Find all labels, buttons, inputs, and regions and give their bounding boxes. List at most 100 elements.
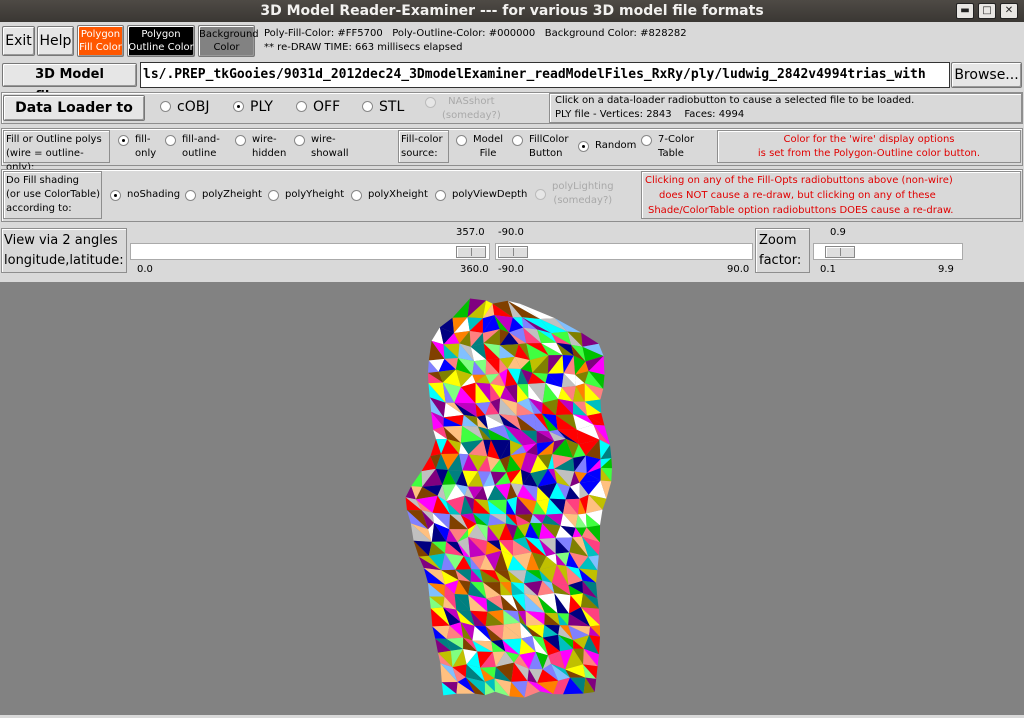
redraw-note: Clicking on any of the Fill-Opts radiobu… [641,171,1021,219]
opt-label: polyXheight [368,189,428,200]
radio-indicator [578,141,589,152]
exit-button[interactable]: Exit [2,26,35,56]
someday-label: (someday?) [442,110,501,121]
close-icon[interactable]: ✕ [1000,3,1018,19]
view-angles-label: View via 2 angles longitude,latitude: [1,228,127,273]
shading-viewdepth-radio[interactable]: polyViewDepth [435,188,527,202]
bg-color-label-1: Background [199,29,259,40]
opt-label: Model [473,134,504,145]
fill-outline-label: Fill or Outline polys (wire = outline-on… [3,130,110,173]
source-7color-table-radio[interactable]: 7-Color Table [641,133,694,161]
filename-label-button[interactable]: 3D Model filename: [2,63,137,104]
opt-label: fill- [135,134,151,145]
maximize-icon[interactable]: □ [978,3,996,19]
opt-label: File [479,148,497,159]
filename-field[interactable]: ls/.PREP_tkGooies/9031d_2012dec24_3Dmode… [140,62,950,88]
polygon-outline-color-button[interactable]: Polygon Outline Color [127,25,195,57]
loader-option-label: STL [379,99,405,115]
redraw-time-text: ** re-DRAW TIME: 663 millisecs elapsed [264,42,463,53]
fill-color-source-label: Fill-color source: [398,130,449,163]
zoom-label-2: factor: [759,253,802,268]
longitude-value: 357.0 [456,227,485,238]
longitude-slider[interactable] [130,243,490,260]
shading-zheight-radio[interactable]: polyZheight [185,188,262,202]
opt-label: polyYheight [285,189,345,200]
help-button[interactable]: Help [37,26,74,56]
polygon-fill-color-button[interactable]: Polygon Fill Color [77,25,124,57]
render-canvas[interactable] [0,282,1024,715]
radio-indicator [641,135,652,146]
opt-label: wire- [311,134,336,145]
shading-xheight-radio[interactable]: polyXheight [351,188,428,202]
loader-info-line-2: PLY file - Vertices: 2843 Faces: 4994 [555,109,745,120]
opt-label: 7-Color [658,134,695,145]
opt-label: outline [182,148,217,159]
longitude-slider-thumb[interactable] [456,246,487,258]
radio-indicator [294,135,305,146]
wire-showall-radio[interactable]: wire-showall [294,133,349,161]
opt-label: polyZheight [202,189,262,200]
window-titlebar[interactable]: 3D Model Reader-Examiner --- for various… [0,0,1024,22]
fill-outline-label-1: Fill or Outline polys [6,134,102,145]
source-model-file-radio[interactable]: Model File [456,133,503,161]
shading-lighting-radio: polyLighting (someday?) [535,180,614,208]
source-label-1: Fill-color [401,134,443,145]
loader-radio-nasshort: NASshort (someday?) [425,95,501,123]
color-info-text: Poly-Fill-Color: #FF5700 Poly-Outline-Co… [264,28,687,39]
latitude-value: -90.0 [498,227,524,238]
minimize-icon[interactable]: ▬ [956,3,974,19]
outline-color-label-1: Polygon [141,29,181,40]
wire-note-line-1: Color for the 'wire' display options [783,134,955,145]
radio-indicator [296,101,307,112]
view-label-1: View via 2 angles [4,233,118,248]
latitude-slider[interactable] [495,243,753,260]
opt-label: only [135,148,157,159]
source-random-radio[interactable]: Random [578,139,636,153]
someday-label: (someday?) [553,195,613,206]
nasshort-label: NASshort [448,96,495,107]
radio-indicator [110,190,121,201]
fill-color-label-2: Fill Color [79,42,122,53]
background-color-button[interactable]: Background Color [198,25,259,57]
source-fillcolor-button-radio[interactable]: FillColor Button [512,133,568,161]
loader-option-label: PLY [250,99,273,115]
shading-none-radio[interactable]: noShading [110,188,180,202]
radio-indicator [512,135,523,146]
loader-option-label: cOBJ [177,99,210,115]
loader-radio-stl[interactable]: STL [362,98,404,116]
wire-note-line-2: is set from the Polygon-Outline color bu… [757,148,981,159]
radio-indicator [362,101,373,112]
rendered-3d-model [405,298,612,698]
opt-label: showall [311,148,349,159]
opt-label: hidden [252,148,287,159]
radio-indicator [425,97,436,108]
zoom-slider[interactable] [813,243,963,260]
latitude-slider-thumb[interactable] [498,246,528,258]
shading-yheight-radio[interactable]: polyYheight [268,188,344,202]
view-label-2: longitude,latitude: [4,253,124,268]
radio-indicator [351,190,362,201]
zoom-label: Zoom factor: [755,228,810,273]
browse-button[interactable]: Browse... [951,62,1022,88]
wire-hidden-radio[interactable]: wire-hidden [235,133,286,161]
radio-indicator [165,135,176,146]
radio-indicator [268,190,279,201]
loader-radio-off[interactable]: OFF [296,98,340,116]
opt-label: fill-and- [182,134,220,145]
zoom-label-1: Zoom [759,233,797,248]
window-title: 3D Model Reader-Examiner --- for various… [260,3,764,19]
fill-only-radio[interactable]: fill-only [118,133,156,161]
loader-info-line-1: Click on a data-loader radiobutton to ca… [555,95,915,106]
loader-radio-cobj[interactable]: cOBJ [160,98,209,116]
opt-label: Button [529,148,563,159]
model-polygon [452,298,470,318]
outline-color-label-2: Outline Color [128,42,194,53]
filename-value: ls/.PREP_tkGooies/9031d_2012dec24_3Dmode… [143,67,926,82]
radio-indicator [160,101,171,112]
opt-label: polyViewDepth [452,189,528,200]
loader-radio-ply[interactable]: PLY [233,98,273,116]
radio-indicator [535,189,546,200]
zoom-slider-thumb[interactable] [825,246,856,258]
fill-and-outline-radio[interactable]: fill-and-outline [165,133,220,161]
loader-option-label: OFF [313,99,341,115]
